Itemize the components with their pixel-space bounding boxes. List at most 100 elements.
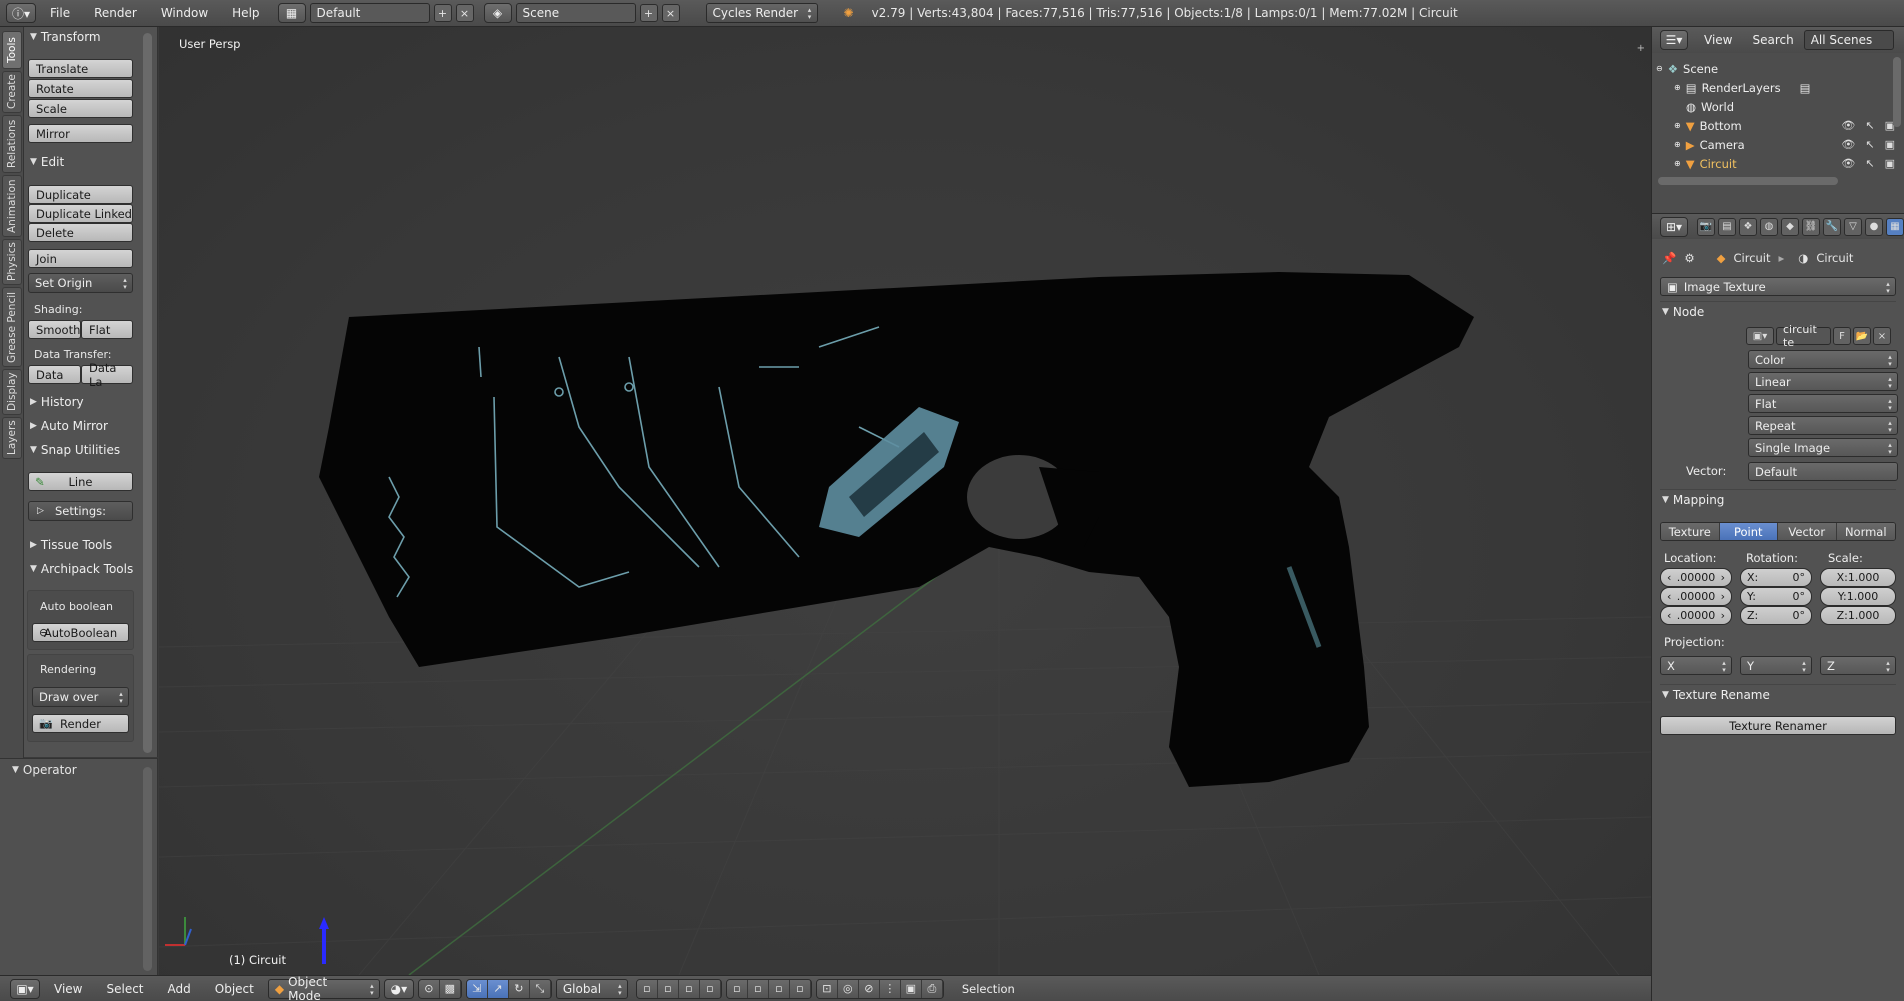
fake-user-button[interactable]: F <box>1833 327 1851 345</box>
source-select[interactable]: Single Image <box>1748 438 1898 457</box>
outliner-h-scrollbar[interactable] <box>1658 177 1838 185</box>
world-tab-icon[interactable]: ◍ <box>1760 217 1778 236</box>
mapping-tab-point[interactable]: Point <box>1719 523 1778 540</box>
layer-icon[interactable]: ▫ <box>726 979 748 998</box>
layer-icon[interactable]: ▫ <box>678 979 700 998</box>
pivot-icon[interactable]: ⊙ <box>418 979 440 998</box>
cursor-icon[interactable]: ↖ <box>1865 157 1874 170</box>
panel-mapping-header[interactable]: ▼ Mapping <box>1662 493 1724 507</box>
color-space-select[interactable]: Color <box>1748 350 1898 369</box>
projection-x-select[interactable]: X <box>1660 656 1732 675</box>
data-layout-button[interactable]: Data La <box>81 361 133 389</box>
tab-tools[interactable]: Tools <box>2 31 22 69</box>
data-tab-icon[interactable]: ▽ <box>1844 217 1862 236</box>
layers-tab-icon[interactable]: ▤ <box>1718 217 1736 236</box>
eye-icon[interactable]: 👁 <box>1841 138 1855 151</box>
rotate-button[interactable]: Rotate <box>28 79 133 98</box>
transform-orientation-select[interactable]: Global <box>555 978 628 999</box>
panel-snap-utilities-header[interactable]: ▼ Snap Utilities <box>30 443 120 457</box>
modifiers-tab-icon[interactable]: 🔧 <box>1823 217 1841 236</box>
tab-create[interactable]: Create <box>2 71 22 113</box>
delete-button[interactable]: Delete <box>28 223 133 242</box>
opengl-render-icon[interactable]: ▣ <box>900 979 922 998</box>
layer-icon[interactable]: ▫ <box>789 979 811 998</box>
scene-field[interactable]: Scene <box>515 3 636 23</box>
panel-history-header[interactable]: ▶ History <box>30 395 84 409</box>
add-scene-icon[interactable]: + <box>639 4 658 22</box>
panel-auto-mirror-header[interactable]: ▶ Auto Mirror <box>30 419 108 433</box>
projection-select[interactable]: Flat <box>1748 394 1898 413</box>
flat-button[interactable]: Flat <box>81 320 133 339</box>
panel-transform-header[interactable]: ▼ Transform <box>30 30 101 44</box>
outliner-row-world[interactable]: ◍ World <box>1686 97 1734 116</box>
tab-relations[interactable]: Relations <box>2 115 22 173</box>
layer-icon[interactable]: ▫ <box>699 979 721 998</box>
layer-icon[interactable]: ▫ <box>657 979 679 998</box>
scale-x-field[interactable]: X:1.000 <box>1820 568 1896 587</box>
snap-element-icon[interactable]: ⋮ <box>879 979 901 998</box>
tab-physics[interactable]: Physics <box>2 239 22 285</box>
render-toggle-icon[interactable]: ▣ <box>1885 138 1895 151</box>
tab-display[interactable]: Display <box>2 369 22 415</box>
texture-renamer-button[interactable]: Texture Renamer <box>1660 716 1896 735</box>
image-name-field[interactable]: circuit te <box>1776 323 1831 349</box>
join-button[interactable]: Join <box>28 249 133 268</box>
duplicate-button[interactable]: Duplicate <box>28 185 133 204</box>
mirror-button[interactable]: Mirror <box>28 124 133 143</box>
interpolation-select[interactable]: Linear <box>1748 372 1898 391</box>
proportional-edit-icon[interactable]: ◎ <box>837 979 859 998</box>
outliner-menu-search[interactable]: Search <box>1748 33 1797 47</box>
scale-manipulator-icon[interactable]: ⤡ <box>529 979 551 998</box>
texture-tab-icon[interactable]: ▦ <box>1886 217 1904 236</box>
snap-icon[interactable]: ⊘ <box>858 979 880 998</box>
render-tab-icon[interactable]: 📷 <box>1697 217 1715 236</box>
layout-field[interactable]: Default <box>309 3 430 23</box>
layer-icon[interactable]: ▫ <box>747 979 769 998</box>
shading-mode-icon[interactable]: ◕▾ <box>383 978 414 999</box>
render-button[interactable]: 📷 Render <box>32 714 129 733</box>
open-image-icon[interactable]: 📂 <box>1853 327 1871 345</box>
scale-z-field[interactable]: Z:1.000 <box>1820 606 1896 625</box>
tab-grease-pencil[interactable]: Grease Pencil <box>2 287 22 367</box>
unlink-image-icon[interactable]: × <box>1873 327 1891 345</box>
scene-icon[interactable]: ◈ <box>483 3 512 23</box>
manipulator-toggle-icon[interactable]: ⇲ <box>466 979 488 998</box>
translate-manipulator-icon[interactable]: ↗ <box>487 979 509 998</box>
cursor-icon[interactable]: ↖ <box>1865 138 1874 151</box>
tool-shelf-scrollbar[interactable] <box>143 33 152 753</box>
panel-node-header[interactable]: ▼ Node <box>1662 305 1704 319</box>
outliner-v-scrollbar[interactable] <box>1893 57 1901 127</box>
mapping-tab-normal[interactable]: Normal <box>1836 523 1895 540</box>
info-editor-menu[interactable]: ⓘ▾ <box>6 3 36 23</box>
snap-settings-button[interactable]: ▷ Settings: <box>28 501 133 521</box>
panel-archipack-header[interactable]: ▼ Archipack Tools <box>30 562 133 576</box>
scale-y-field[interactable]: Y:1.000 <box>1820 587 1896 606</box>
location-y-field[interactable]: ‹ .00000 › <box>1660 587 1732 606</box>
constraints-tab-icon[interactable]: ⛓ <box>1802 217 1820 236</box>
outliner-display-mode[interactable]: All Scenes <box>1803 30 1894 50</box>
outliner-row-scene[interactable]: ⊖ ❖ Scene <box>1656 59 1718 78</box>
3d-viewport[interactable]: User Persp (1) Circuit + <box>159 27 1651 975</box>
properties-editor-icon[interactable]: ⊞▾ <box>1660 216 1688 237</box>
draw-over-select[interactable]: Draw over <box>32 687 129 707</box>
mode-select[interactable]: ◆ Object Mode <box>267 975 380 1001</box>
add-layout-icon[interactable]: + <box>433 4 452 22</box>
menu-render[interactable]: Render <box>84 6 147 20</box>
scene-tab-icon[interactable]: ❖ <box>1739 217 1757 236</box>
projection-y-select[interactable]: Y <box>1740 656 1812 675</box>
smooth-button[interactable]: Smooth <box>28 320 81 339</box>
screen-layout-icon[interactable]: ▦ <box>277 3 306 23</box>
menu-file[interactable]: File <box>40 6 80 20</box>
scale-button[interactable]: Scale <box>28 99 133 118</box>
object-tab-icon[interactable]: ◆ <box>1781 217 1799 236</box>
menu-object[interactable]: Object <box>205 982 264 996</box>
lock-layer-icon[interactable]: ⊡ <box>816 979 838 998</box>
render-toggle-icon[interactable]: ▣ <box>1885 157 1895 170</box>
cursor-icon[interactable]: ↖ <box>1865 119 1874 132</box>
rotate-manipulator-icon[interactable]: ↻ <box>508 979 530 998</box>
eye-icon[interactable]: 👁 <box>1841 157 1855 170</box>
render-engine-select[interactable]: Cycles Render <box>705 3 818 23</box>
material-tab-icon[interactable]: ● <box>1865 217 1883 236</box>
outliner-menu-view[interactable]: View <box>1694 33 1742 47</box>
layer-icon[interactable]: ▫ <box>636 979 658 998</box>
